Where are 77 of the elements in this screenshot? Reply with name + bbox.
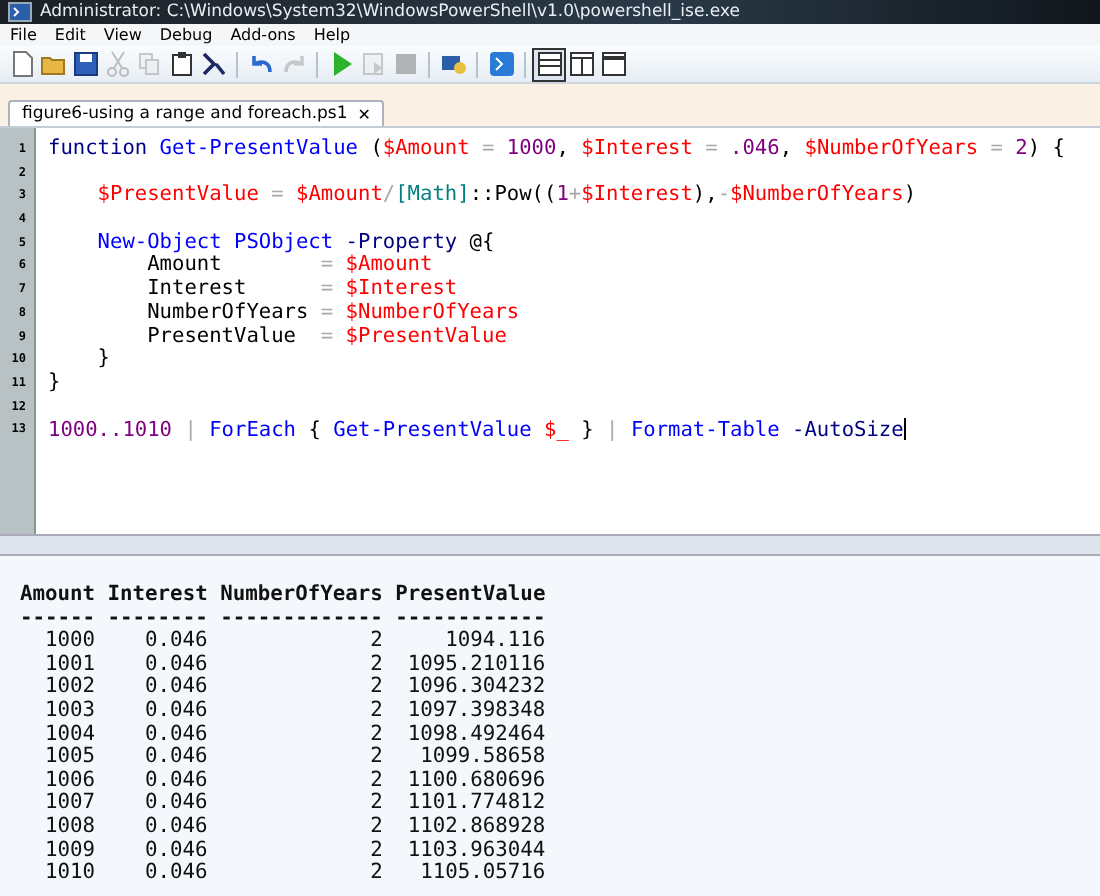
layout-button[interactable]: [598, 49, 628, 79]
header-rule: -------------: [220, 607, 383, 630]
table-cell-text: 1095.210116: [405, 653, 546, 676]
menu-item[interactable]: Add-ons: [230, 26, 296, 44]
table-cell-text: 1102.868928: [405, 815, 546, 840]
column-header: Interest: [107, 584, 208, 608]
table-cell-text: 2: [368, 815, 383, 840]
table-cell-text: 2: [368, 653, 383, 676]
header-rule: ------: [20, 607, 96, 630]
table-cell-text: 1096.304232: [405, 676, 546, 700]
table-cell-text: 2: [368, 862, 383, 886]
column-header: Amount: [20, 584, 96, 608]
menu-item[interactable]: Debug: [159, 26, 213, 44]
table-cell-text: 2: [368, 723, 383, 746]
column-header: NumberOfYears: [220, 584, 383, 608]
table-cell-text: 1103.963044: [405, 839, 546, 862]
table-cell-text: 0.046: [143, 723, 208, 746]
code-line: }: [48, 369, 61, 394]
table-cell-text: 1008: [43, 815, 96, 840]
table-cell-text: 2: [368, 676, 383, 700]
window-title: Administrator: C:\Windows\System32\WindowsPowerShell\v1.0\powershell_ise.exe: [40, 2, 740, 22]
table-cell-text: 1004: [43, 723, 96, 746]
table-cell-text: 0.046: [143, 746, 208, 770]
table-cell-text: 0.046: [143, 676, 208, 700]
table-cell-text: 1010: [43, 862, 96, 886]
table-cell-text: 0.046: [143, 653, 208, 676]
table-cell-text: 1007: [43, 792, 96, 816]
table-cell-text: 1101.774812: [405, 792, 546, 816]
table-cell-text: 2: [368, 792, 383, 816]
table-cell-text: 0.046: [143, 815, 208, 840]
header-rule: ------------: [395, 607, 546, 630]
table-cell-text: 0.046: [143, 792, 208, 816]
table-cell-text: 1009: [43, 839, 96, 862]
code-line: 1000..1010 | ForEach { Get-PresentValue $_ } | Format-Table -AutoSize: [48, 417, 906, 442]
code-line: New-Object PSObject -Property @{: [95, 229, 495, 254]
table-cell-text: 2: [368, 746, 383, 770]
file-tab[interactable]: figure6-using a range and foreach.ps1 ✕: [8, 100, 385, 126]
menu-item[interactable]: File: [10, 26, 37, 44]
header-rule: --------: [107, 607, 208, 630]
table-cell-text: 0.046: [143, 630, 208, 654]
close-icon[interactable]: ✕: [357, 105, 371, 123]
code-line: PresentValue = $PresentValue: [145, 323, 507, 347]
menu-item[interactable]: Edit: [54, 26, 86, 44]
table-cell-text: 1002: [43, 676, 96, 700]
table-cell-text: 0.046: [143, 839, 208, 862]
code-line: $PresentValue = $Amount/[Math]::Pow((1+$Interest),-$NumberOfYears): [95, 182, 917, 207]
toolbar-button[interactable]: [166, 49, 196, 79]
menu-item[interactable]: Help: [313, 26, 351, 44]
table-cell-text: 0.046: [143, 769, 208, 792]
table-cell-text: 1099.58658: [418, 746, 546, 770]
layout-button[interactable]: [534, 49, 564, 79]
table-cell-text: 1094.116: [443, 630, 546, 654]
toolbar-button[interactable]: [70, 49, 100, 79]
table-cell-text: 1003: [43, 699, 96, 724]
table-cell-text: 1000: [43, 630, 96, 654]
code-line: Interest = $Interest: [145, 276, 458, 301]
code-line: Amount = $Amount: [147, 252, 433, 277]
table-cell-text: 0.046: [143, 862, 208, 886]
table-cell-text: 2: [368, 699, 383, 724]
table-cell-text: 1100.680696: [405, 769, 546, 792]
table-cell-text: 0.046: [143, 699, 208, 724]
table-cell-text: 1098.492464: [405, 723, 546, 746]
table-cell-text: 1001: [43, 653, 96, 676]
toolbar-button[interactable]: [198, 49, 228, 79]
code-line: NumberOfYears = $NumberOfYears: [145, 299, 520, 324]
menu-item[interactable]: View: [103, 26, 142, 44]
table-cell-text: 2: [368, 839, 383, 862]
table-cell-text: 1005: [43, 746, 96, 770]
table-cell-text: 1105.05716: [418, 862, 546, 886]
column-header: PresentValue: [395, 584, 546, 608]
table-cell-text: 2: [368, 769, 383, 792]
table-cell-text: 2: [368, 630, 383, 654]
table-cell-text: 1097.398348: [405, 699, 546, 724]
table-cell-text: 1006: [43, 769, 96, 792]
code-line: }: [95, 346, 110, 371]
layout-button[interactable]: [566, 49, 596, 79]
code-line: function Get-PresentValue ($Amount = 1000, $Interest = .046, $NumberOfYears = 2) {: [48, 136, 1065, 160]
